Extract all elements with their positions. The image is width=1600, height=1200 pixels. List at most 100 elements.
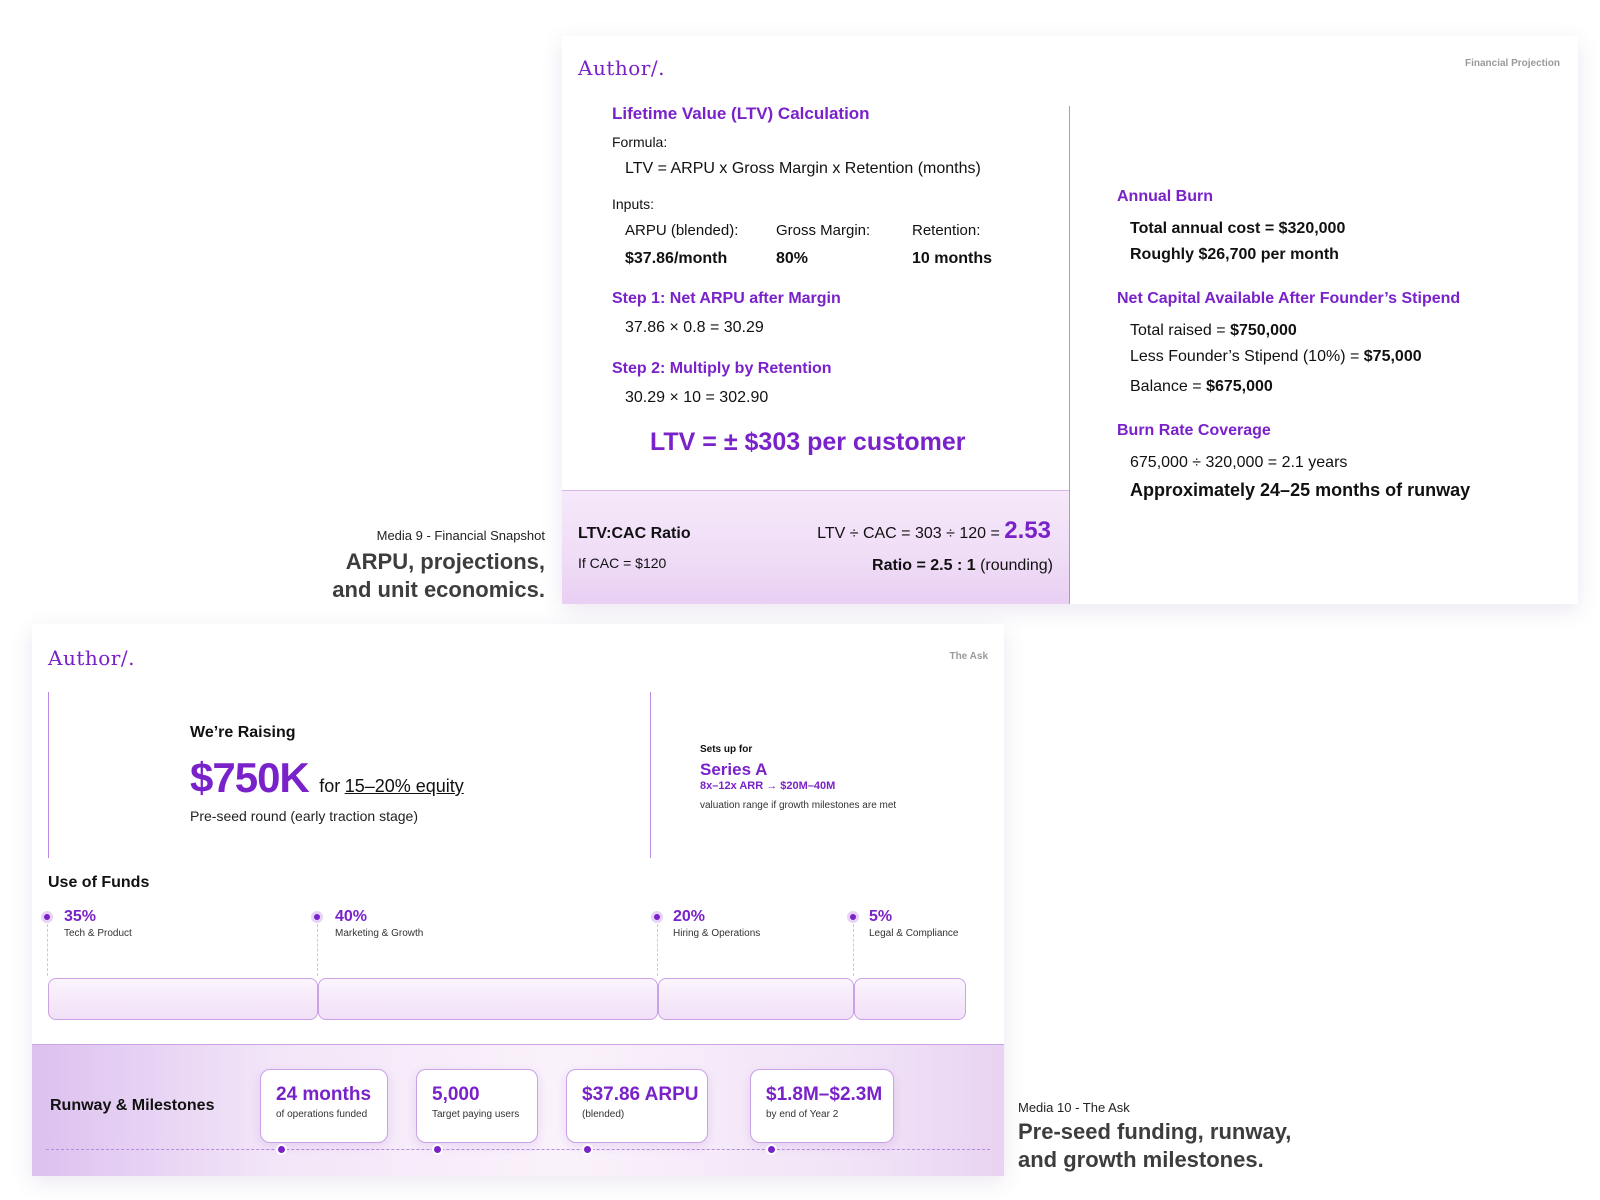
ratio-note: (rounding) (980, 557, 1053, 574)
caption2-line2: and growth milestones. (1018, 1147, 1264, 1172)
financial-snapshot-slide: Author/. Financial Projection Lifetime V… (562, 36, 1578, 604)
series-a: Series A (700, 760, 768, 779)
fund-guide-tech (47, 924, 48, 976)
timeline-dot (278, 1146, 285, 1153)
author-logo: Author/. (578, 56, 665, 80)
fund-bar-legal (854, 978, 966, 1020)
milestone-timeline (46, 1149, 990, 1150)
balance-row: Balance = $675,000 (1130, 378, 1273, 396)
milestone-caption: Target paying users (432, 1109, 520, 1120)
fund-guide-marketing (317, 924, 318, 976)
step1-title: Step 1: Net ARPU after Margin (612, 290, 841, 307)
fund-dot-tech (44, 914, 50, 920)
total-raised-value: $750,000 (1230, 322, 1297, 339)
input-margin-label: Gross Margin: (776, 222, 871, 239)
slide-corner-label: The Ask (949, 651, 988, 662)
fund-label-tech: Tech & Product (64, 928, 132, 939)
balance-label: Balance = (1130, 378, 1202, 395)
caption2-big: Pre-seed funding, runway, and growth mil… (1018, 1118, 1291, 1174)
ltv-title: Lifetime Value (LTV) Calculation (612, 104, 870, 123)
input-arpu-label: ARPU (blended): (625, 222, 739, 239)
milestone-value: $37.86 ARPU (582, 1084, 699, 1105)
arr-text: 8x–12x ARR → $20M–40M (700, 780, 836, 792)
ratio-calc: LTV ÷ CAC = 303 ÷ 120 = (817, 525, 1000, 542)
milestone-value: 24 months (276, 1084, 372, 1105)
the-ask-slide: Author/. The Ask We’re Raising $750K for… (32, 624, 1004, 1176)
raising-divider-left (48, 692, 49, 858)
fund-bar-hiring (658, 978, 854, 1020)
milestone-card-arpu: $37.86 ARPU (blended) (566, 1069, 708, 1143)
ratio-value: 2.53 (1004, 517, 1051, 544)
caption2-line1: Pre-seed funding, runway, (1018, 1119, 1292, 1144)
milestone-card-users: 5,000 Target paying users (416, 1069, 538, 1143)
caption1-line2: and unit economics. (332, 577, 545, 602)
ltv-result: LTV = ± $303 per customer (650, 428, 966, 456)
timeline-dot (584, 1146, 591, 1153)
burn-coverage-title: Burn Rate Coverage (1117, 422, 1271, 439)
ratio-cac: If CAC = $120 (578, 555, 667, 571)
burn-calc: 675,000 ÷ 320,000 = 2.1 years (1130, 454, 1348, 471)
milestone-card-revenue: $1.8M–$2.3M by end of Year 2 (750, 1069, 894, 1143)
raise-amount-row: $750K for 15–20% equity (190, 754, 464, 802)
timeline-dot (434, 1146, 441, 1153)
monthly-cost: Roughly $26,700 per month (1130, 246, 1339, 263)
valuation-note: valuation range if growth milestones are… (700, 800, 897, 811)
milestone-value: $1.8M–$2.3M (766, 1084, 883, 1105)
raise-for: for (319, 776, 341, 796)
fund-dot-legal (850, 914, 856, 920)
slide-corner-label: Financial Projection (1464, 58, 1560, 69)
step1-calc: 37.86 × 0.8 = 30.29 (625, 319, 764, 336)
fund-dot-hiring (654, 914, 660, 920)
inputs-label: Inputs: (612, 196, 655, 212)
fund-pct-marketing: 40% (335, 908, 368, 925)
total-raised-row: Total raised = $750,000 (1130, 322, 1297, 340)
input-arpu-value: $37.86/month (625, 250, 728, 267)
formula-text: LTV = ARPU x Gross Margin x Retention (m… (625, 160, 981, 177)
fund-guide-hiring (657, 924, 658, 976)
step2-title: Step 2: Multiply by Retention (612, 360, 832, 377)
annual-burn-title: Annual Burn (1117, 188, 1213, 205)
ltv-cac-panel: LTV:CAC Ratio If CAC = $120 LTV ÷ CAC = … (562, 490, 1069, 604)
raising-label: We’re Raising (190, 724, 296, 741)
fund-pct-tech: 35% (64, 908, 97, 925)
ratio-calc-row: LTV ÷ CAC = 303 ÷ 120 = 2.53 (817, 517, 1051, 545)
fund-bar-tech (48, 978, 318, 1020)
fund-bar-marketing (318, 978, 658, 1020)
balance-value: $675,000 (1206, 378, 1273, 395)
caption1-small: Media 9 - Financial Snapshot (376, 528, 545, 543)
milestone-card-runway: 24 months of operations funded (260, 1069, 388, 1143)
raising-divider-right (650, 692, 651, 858)
annual-cost: Total annual cost = $320,000 (1130, 220, 1346, 237)
caption1-line1: ARPU, projections, (345, 549, 545, 574)
milestone-value: 5,000 (432, 1084, 480, 1105)
ratio-bold: Ratio = 2.5 : 1 (872, 557, 976, 574)
raise-amount: $750K (190, 754, 310, 801)
equity-link[interactable]: 15–20% equity (345, 776, 464, 796)
round-desc: Pre-seed round (early traction stage) (190, 808, 418, 824)
column-divider (1069, 106, 1070, 604)
fund-label-hiring: Hiring & Operations (673, 928, 761, 939)
author-logo: Author/. (48, 646, 135, 670)
caption2-small: Media 10 - The Ask (1018, 1100, 1130, 1115)
total-raised-label: Total raised = (1130, 322, 1226, 339)
runway-text: Approximately 24–25 months of runway (1130, 480, 1471, 500)
fund-label-legal: Legal & Compliance (869, 928, 959, 939)
formula-label: Formula: (612, 134, 668, 150)
sets-up-label: Sets up for (700, 744, 753, 755)
stipend-row: Less Founder’s Stipend (10%) = $75,000 (1130, 348, 1422, 366)
input-margin-value: 80% (776, 250, 809, 267)
ratio-title: LTV:CAC Ratio (578, 525, 691, 542)
input-retention-value: 10 months (912, 250, 993, 267)
fund-label-marketing: Marketing & Growth (335, 928, 424, 939)
milestone-caption: of operations funded (276, 1109, 368, 1120)
net-capital-title: Net Capital Available After Founder’s St… (1117, 290, 1461, 307)
timeline-dot (768, 1146, 775, 1153)
input-retention-label: Retention: (912, 222, 981, 239)
runway-title: Runway & Milestones (50, 1097, 215, 1114)
milestone-caption: (blended) (582, 1109, 625, 1120)
fund-pct-hiring: 20% (673, 908, 706, 925)
milestone-caption: by end of Year 2 (766, 1109, 839, 1120)
ratio-rounding-row: Ratio = 2.5 : 1 (rounding) (872, 557, 1053, 575)
use-of-funds-title: Use of Funds (48, 874, 150, 891)
step2-calc: 30.29 × 10 = 302.90 (625, 389, 769, 406)
